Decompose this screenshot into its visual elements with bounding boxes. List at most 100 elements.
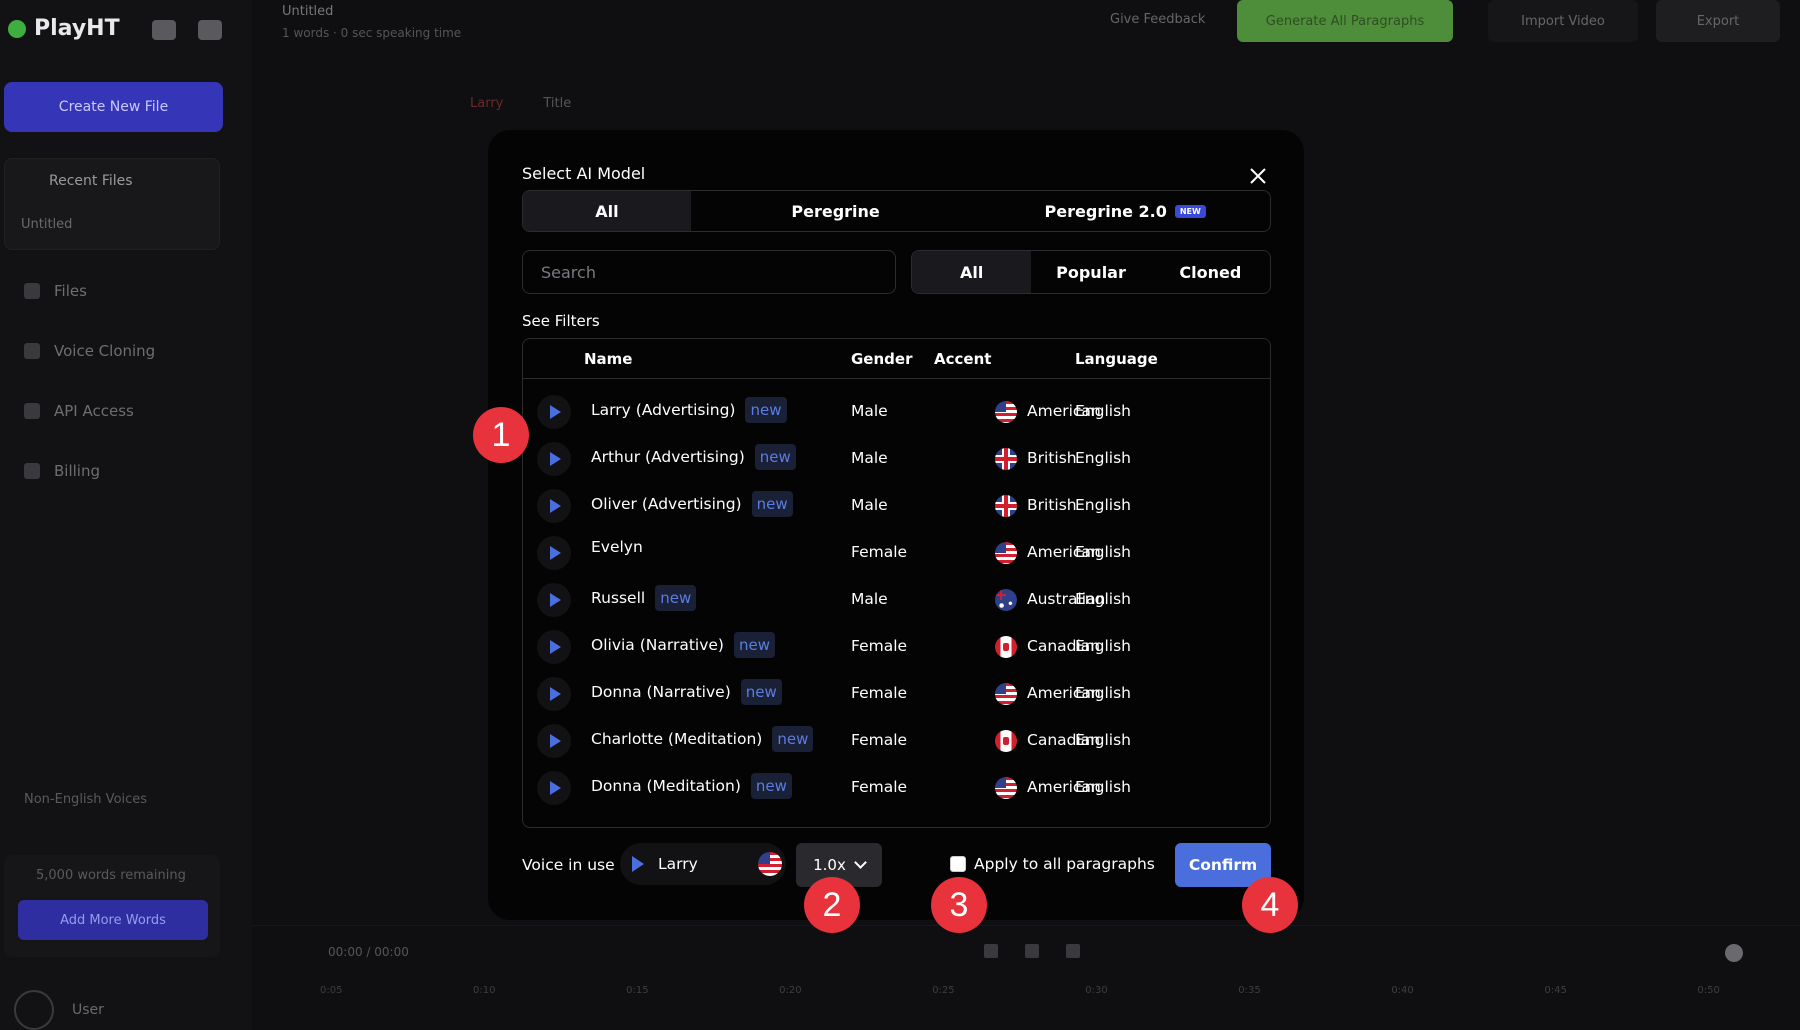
table-row[interactable]: Donna (Narrative) new Female American Englis… [523,671,1270,717]
voice-name: Larry (Advertising) [591,401,736,419]
play-preview-button[interactable] [537,536,571,570]
table-row[interactable]: Donna (Meditation) new Female American Engli… [523,765,1270,811]
voice-name: Donna (Meditation) [591,777,741,795]
twitter-icon[interactable] [152,20,176,40]
voice-language: English [1075,449,1131,467]
table-row[interactable]: Olivia (Narrative) new Female Canadian Engli… [523,624,1270,670]
tab-cloned[interactable]: Cloned [1151,251,1270,293]
sidebar-item-voice-cloning[interactable]: Voice Cloning [24,342,155,360]
apply-all-checkbox[interactable] [950,856,966,872]
tab-all-voices[interactable]: All [912,251,1032,293]
voice-name-cell: Arthur (Advertising) new [591,444,796,470]
tab-label: Cloned [1179,262,1242,282]
tab-peregrine[interactable]: Peregrine [691,191,981,231]
voice-language: English [1075,496,1131,514]
sidebar-item-billing[interactable]: Billing [24,462,100,480]
column-gender[interactable]: Gender [851,350,912,368]
play-preview-button[interactable] [537,771,571,805]
voice-name: Evelyn [591,538,643,556]
voice-name-cell: Olivia (Narrative) new [591,632,775,658]
table-row[interactable]: Charlotte (Meditation) new Female Canadian E… [523,718,1270,764]
play-preview-button[interactable] [537,442,571,476]
non-english-voices-link[interactable]: Non-English Voices [24,792,147,807]
import-video-button[interactable]: Import Video [1488,0,1638,42]
voice-gender: Male [851,402,888,420]
add-words-button[interactable]: Add More Words [18,900,208,940]
tab-title[interactable]: Title [543,96,571,111]
us-flag-icon [995,777,1017,799]
play-preview-button[interactable] [537,489,571,523]
new-tag: new [754,444,796,470]
file-name[interactable]: Untitled [282,4,333,19]
voice-name: Donna (Narrative) [591,683,731,701]
see-filters-link[interactable]: See Filters [522,312,600,330]
table-row[interactable]: Evelyn Female American English [523,530,1270,576]
callout-badge: 3 [931,877,987,933]
play-preview-button[interactable] [537,724,571,758]
create-new-file-button[interactable]: Create New File [4,82,223,132]
voice-gender: Female [851,637,908,655]
export-button[interactable]: Export [1656,0,1780,42]
tab-all-models[interactable]: All [523,191,691,231]
user-menu[interactable]: User [14,990,104,1030]
rewind-icon[interactable] [984,944,998,958]
play-preview-button[interactable] [537,395,571,429]
column-accent[interactable]: Accent [934,350,991,368]
app-logo[interactable]: PlayHT [8,16,120,41]
table-row[interactable]: Larry (Advertising) new Male American Englis… [523,389,1270,435]
us-flag-icon [995,401,1017,423]
voice-language: English [1075,731,1131,749]
callout-badge: 1 [473,407,529,463]
column-language[interactable]: Language [1075,350,1158,368]
play-preview-button[interactable] [537,630,571,664]
tab-popular[interactable]: Popular [1031,251,1150,293]
voice-in-use-label: Voice in use [522,856,615,874]
voice-name-cell: Evelyn [591,538,643,556]
tab-peregrine-2[interactable]: Peregrine 2.0 NEW [980,191,1270,231]
table-row[interactable]: Russell new Male Australian English [523,577,1270,623]
column-name[interactable]: Name [584,350,632,368]
discord-icon[interactable] [198,20,222,40]
sidebar-item-label: API Access [54,402,134,420]
voice-name: Olivia (Narrative) [591,636,724,654]
table-row[interactable]: Arthur (Advertising) new Male British Englis… [523,436,1270,482]
voice-table: Name Gender Accent Language Larry (Adver… [522,338,1271,828]
play-icon [550,781,561,795]
search-input[interactable] [522,250,896,294]
voice-gender: Female [851,731,908,749]
new-tag: new [751,491,793,517]
tab-label: Popular [1056,262,1126,282]
voice-name: Arthur (Advertising) [591,448,745,466]
ruler-tick: 0:35 [1238,985,1261,996]
voice-name-cell: Donna (Narrative) new [591,679,782,705]
time-readout: 00:00 / 00:00 [328,945,409,959]
voice-accent: British [1027,496,1077,514]
ruler-tick: 0:45 [1544,985,1567,996]
sidebar-item-api-access[interactable]: API Access [24,402,134,420]
recent-files-title[interactable]: Recent Files [49,173,133,189]
recent-file-item[interactable]: Untitled [21,217,72,232]
tab-larry[interactable]: Larry [470,96,503,111]
table-row[interactable]: Oliver (Advertising) new Male British Englis… [523,483,1270,529]
generate-all-button[interactable]: Generate All Paragraphs [1237,0,1453,42]
play-icon[interactable] [632,856,644,872]
file-stats: 1 words · 0 sec speaking time [282,26,462,40]
voice-gender: Male [851,496,888,514]
give-feedback-link[interactable]: Give Feedback [1110,12,1205,27]
new-badge: NEW [1174,204,1206,218]
play-preview-button[interactable] [537,583,571,617]
voice-name-cell: Donna (Meditation) new [591,773,792,799]
play-icon[interactable] [1025,944,1039,958]
voice-name: Oliver (Advertising) [591,495,742,513]
voice-gender: Female [851,684,908,702]
voice-language: English [1075,543,1131,561]
play-preview-button[interactable] [537,677,571,711]
forward-icon[interactable] [1066,944,1080,958]
play-icon [550,640,561,654]
volume-knob[interactable] [1725,944,1743,962]
us-flag-icon [758,852,782,876]
apply-all-row[interactable]: Apply to all paragraphs [950,855,1155,873]
play-icon [550,499,561,513]
sidebar-item-files[interactable]: Files [24,282,87,300]
close-button[interactable] [1246,164,1270,188]
